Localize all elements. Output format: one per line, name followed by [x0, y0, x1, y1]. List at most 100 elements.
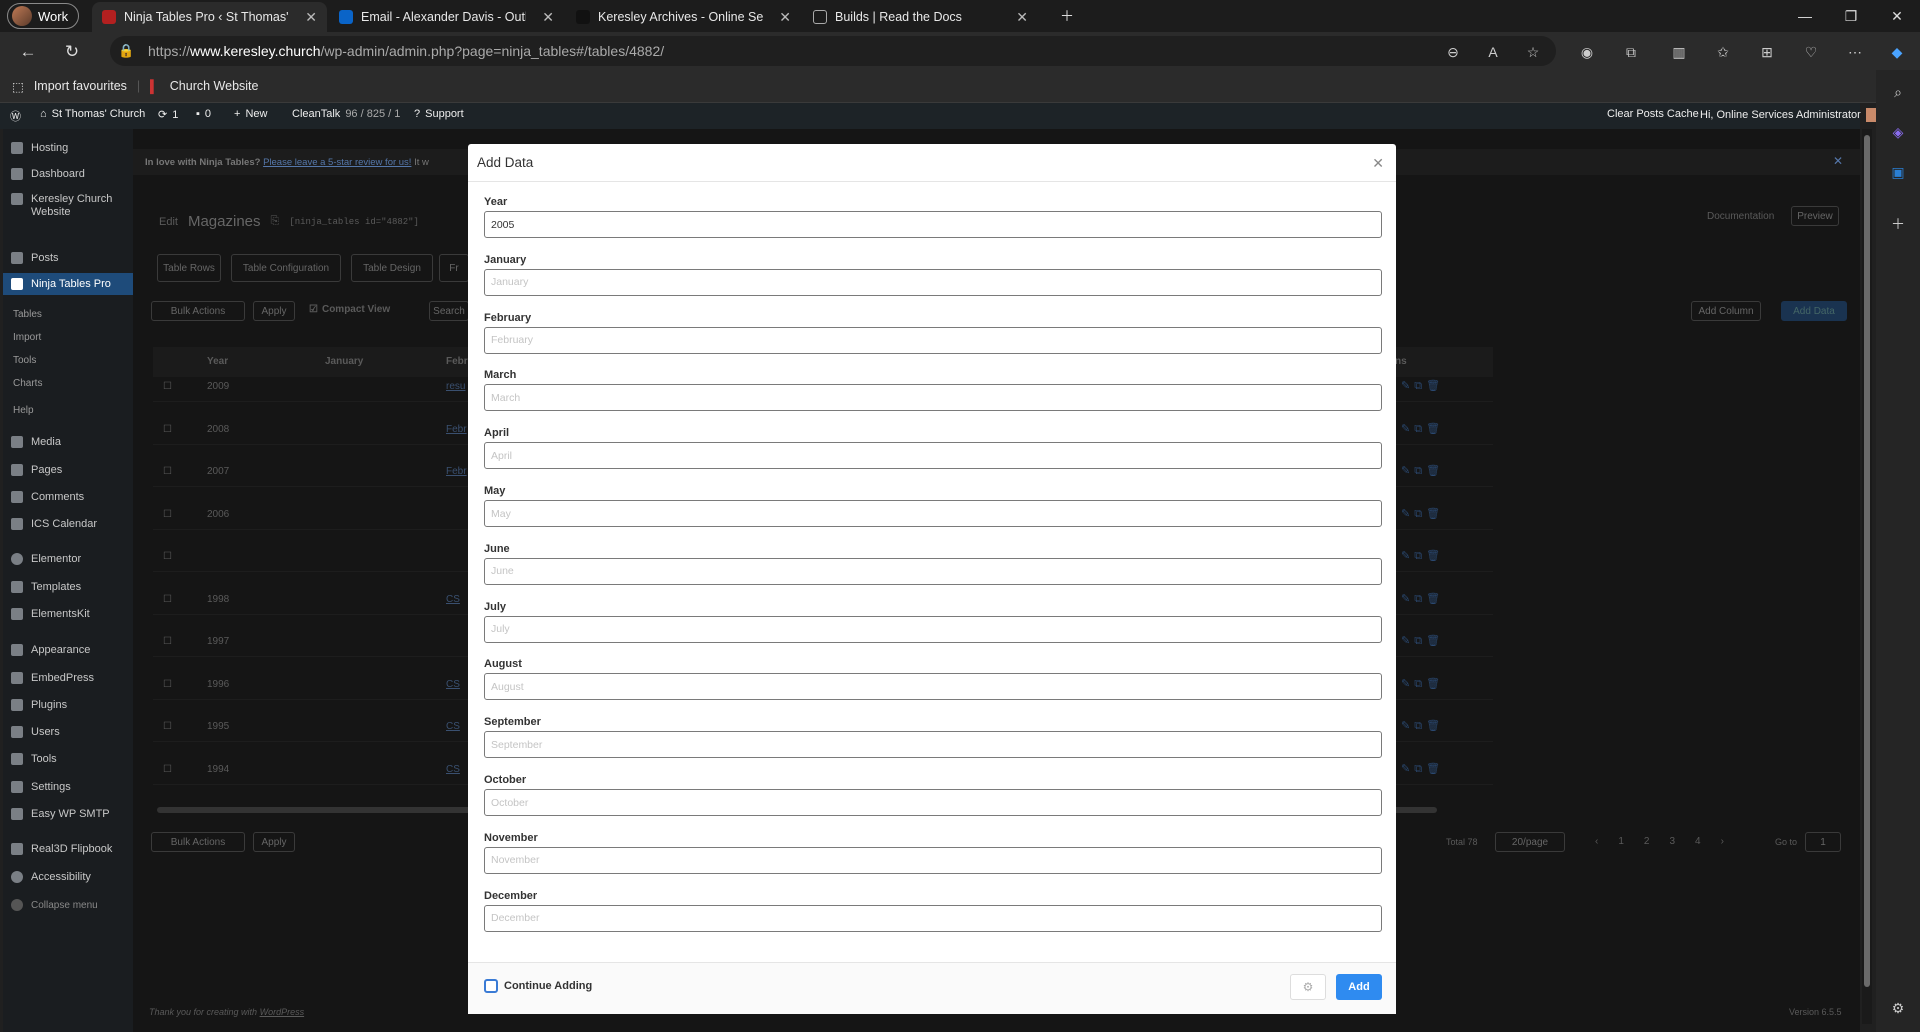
refresh-icon[interactable]: ↻: [58, 38, 86, 66]
settings-menu-icon[interactable]: ⋯: [1844, 41, 1866, 63]
dismiss-notice-icon[interactable]: ✕: [1833, 154, 1843, 168]
menu-item-accessibility[interactable]: Accessibility: [3, 866, 133, 888]
preview-button[interactable]: Preview: [1791, 206, 1839, 226]
clear-cache-link[interactable]: Clear Posts Cache: [1607, 108, 1699, 120]
menu-item-real3d-flipbook[interactable]: Real3D Flipbook: [3, 838, 133, 860]
prev-page-icon[interactable]: ‹: [1595, 836, 1598, 847]
row-actions-icon[interactable]: ✎⧉🗑: [1401, 549, 1444, 563]
menu-item-elementskit[interactable]: ElementsKit: [3, 603, 133, 625]
comments-link[interactable]: ▪ 0: [196, 108, 211, 120]
field-input-october[interactable]: [484, 789, 1382, 816]
menu-item-easy-wp-smtp[interactable]: Easy WP SMTP: [3, 803, 133, 825]
add-data-button[interactable]: Add Data: [1781, 301, 1847, 321]
apply-button-bottom[interactable]: Apply: [253, 832, 295, 852]
menu-item-templates[interactable]: Templates: [3, 576, 133, 598]
row-actions-icon[interactable]: ✎⧉🗑: [1401, 464, 1444, 478]
support-link[interactable]: ? Support: [414, 108, 464, 120]
apply-button[interactable]: Apply: [253, 301, 295, 321]
submenu-tools[interactable]: Tools: [13, 355, 36, 366]
submenu-tables[interactable]: Tables: [13, 309, 42, 320]
wordpress-logo-icon[interactable]: Ⓦ: [10, 108, 21, 124]
address-bar[interactable]: https://www.keresley.church/wp-admin/adm…: [110, 36, 1556, 66]
row-checkbox-icon[interactable]: ☐: [163, 764, 172, 775]
outlook-sidebar-icon[interactable]: ▣: [1888, 162, 1908, 182]
menu-item-users[interactable]: Users: [3, 721, 133, 743]
tab-read-the-docs[interactable]: Builds | Read the Docs ✕: [803, 2, 1038, 32]
close-window-icon[interactable]: ✕: [1874, 4, 1920, 28]
field-input-december[interactable]: [484, 904, 1382, 932]
next-page-icon[interactable]: ›: [1721, 836, 1724, 847]
new-link[interactable]: + New: [234, 108, 267, 120]
documentation-link[interactable]: Documentation: [1707, 211, 1774, 222]
column-header[interactable]: January: [325, 356, 363, 367]
favorite-star-icon[interactable]: ☆: [1522, 41, 1544, 63]
new-tab-icon[interactable]: ＋: [1044, 4, 1090, 28]
row-actions-icon[interactable]: ✎⧉🗑: [1401, 762, 1444, 776]
continue-adding-checkbox[interactable]: Continue Adding: [484, 979, 592, 993]
page-link[interactable]: 2: [1644, 836, 1650, 847]
field-settings-button[interactable]: ⚙: [1290, 974, 1326, 1000]
minimize-icon[interactable]: —: [1782, 4, 1828, 28]
search-input[interactable]: Search: [429, 301, 469, 321]
bulk-actions-select-bottom[interactable]: Bulk Actions: [151, 832, 245, 852]
submenu-import[interactable]: Import: [13, 332, 41, 343]
menu-item-appearance[interactable]: Appearance: [3, 639, 133, 661]
field-input-february[interactable]: [484, 326, 1382, 354]
tab-keresley-archives[interactable]: Keresley Archives - Online Servic ✕: [566, 2, 801, 32]
row-checkbox-icon[interactable]: ☐: [163, 551, 172, 562]
tab-table-design[interactable]: Table Design: [351, 254, 433, 282]
goto-input[interactable]: 1: [1805, 832, 1841, 852]
import-favourites-link[interactable]: Import favourites: [34, 79, 127, 93]
cleantalk-link[interactable]: CleanTalk 96 / 825 / 1: [292, 108, 400, 120]
row-checkbox-icon[interactable]: ☐: [163, 509, 172, 520]
close-tab-icon[interactable]: ✕: [305, 9, 317, 26]
shortcode[interactable]: [ninja_tables id="4882"]: [289, 217, 419, 227]
page-link[interactable]: 1: [1618, 836, 1624, 847]
site-name-link[interactable]: ⌂ St Thomas' Church: [40, 108, 145, 120]
submenu-help[interactable]: Help: [13, 405, 34, 416]
page-scrollbar[interactable]: [1862, 129, 1872, 1024]
wordpress-link[interactable]: WordPress: [260, 1007, 305, 1017]
row-checkbox-icon[interactable]: ☐: [163, 424, 172, 435]
row-actions-icon[interactable]: ✎⧉🗑: [1401, 719, 1444, 733]
close-modal-icon[interactable]: ✕: [1372, 155, 1384, 172]
church-website-link[interactable]: Church Website: [170, 79, 259, 93]
password-manager-icon[interactable]: ◉: [1576, 41, 1598, 63]
browser-essentials-icon[interactable]: ♡: [1800, 41, 1822, 63]
field-input-september[interactable]: [484, 731, 1382, 759]
row-checkbox-icon[interactable]: ☐: [163, 594, 172, 605]
add-sidebar-app-icon[interactable]: ＋: [1888, 214, 1908, 234]
bulk-actions-select[interactable]: Bulk Actions: [151, 301, 245, 321]
menu-item-settings[interactable]: Settings: [3, 776, 133, 798]
page-link[interactable]: 4: [1695, 836, 1701, 847]
menu-item-media[interactable]: Media: [3, 431, 133, 453]
tab-table-rows[interactable]: Table Rows: [157, 254, 221, 282]
menu-item-elementor[interactable]: Elementor: [3, 548, 133, 570]
field-input-march[interactable]: [484, 384, 1382, 412]
copilot-icon[interactable]: ◆: [1886, 41, 1908, 63]
row-actions-icon[interactable]: ✎⧉🗑: [1401, 677, 1444, 691]
menu-item-tools[interactable]: Tools: [3, 748, 133, 770]
field-input-july[interactable]: [484, 615, 1382, 643]
menu-item-keresley-website[interactable]: Keresley Church Website: [3, 189, 133, 223]
collections-icon[interactable]: ⊞: [1756, 41, 1778, 63]
menu-item-pages[interactable]: Pages: [3, 459, 133, 481]
row-checkbox-icon[interactable]: ☐: [163, 679, 172, 690]
review-link[interactable]: Please leave a 5-star review for us!: [263, 157, 411, 168]
menu-item-hosting[interactable]: Hosting: [3, 137, 133, 159]
field-input-june[interactable]: [484, 557, 1382, 585]
tab-more[interactable]: Fr: [439, 254, 469, 282]
restore-icon[interactable]: ❐: [1828, 4, 1874, 28]
copy-icon[interactable]: ⎘: [271, 215, 280, 228]
updates-link[interactable]: ⟳ 1: [158, 108, 178, 122]
read-aloud-icon[interactable]: A: [1482, 41, 1504, 63]
column-header[interactable]: Year: [207, 356, 228, 367]
search-icon[interactable]: ⌕: [1888, 82, 1908, 102]
close-tab-icon[interactable]: ✕: [1016, 9, 1028, 26]
collapse-menu-button[interactable]: Collapse menu: [3, 894, 133, 916]
close-tab-icon[interactable]: ✕: [779, 9, 791, 26]
tab-table-configuration[interactable]: Table Configuration: [231, 254, 341, 282]
row-actions-icon[interactable]: ✎⧉🗑: [1401, 379, 1444, 393]
split-screen-icon[interactable]: ▥: [1668, 41, 1690, 63]
field-input-year[interactable]: [484, 211, 1382, 238]
